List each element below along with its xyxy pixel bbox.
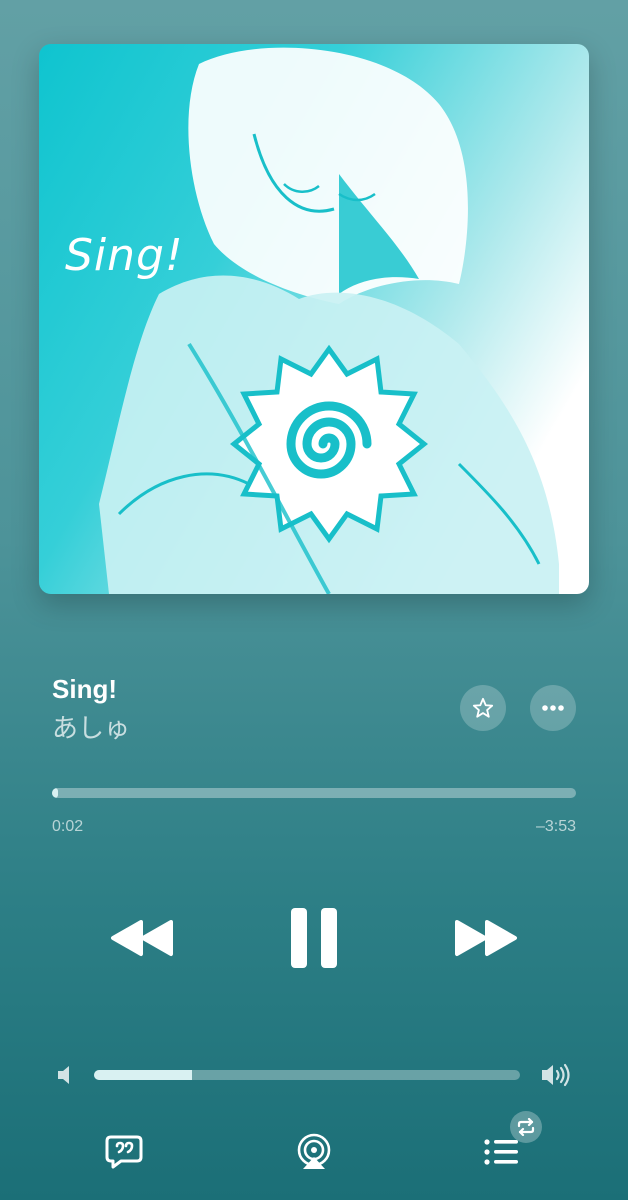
remaining-time: –3:53 [535, 818, 576, 835]
album-art-title: Sing! [65, 230, 184, 281]
rewind-icon [111, 920, 173, 956]
favorite-button[interactable] [460, 685, 506, 731]
volume-slider[interactable] [94, 1070, 520, 1080]
speaker-low-icon [58, 1066, 69, 1084]
ellipsis-icon [542, 705, 564, 711]
elapsed-time: 0:02 [52, 818, 84, 835]
speaker-high-icon [542, 1063, 570, 1087]
album-artwork: Sing! [39, 44, 589, 594]
rewind-button[interactable] [106, 912, 178, 964]
pause-icon [291, 908, 337, 968]
repeat-indicator[interactable] [510, 1111, 542, 1143]
star-icon [472, 697, 494, 718]
queue-list-icon [484, 1139, 518, 1165]
repeat-icon [517, 1118, 535, 1136]
album-illustration [99, 47, 559, 594]
lyrics-button[interactable] [104, 1132, 144, 1172]
volume-level-fill [94, 1070, 192, 1080]
airplay-icon [297, 1133, 331, 1169]
fast-forward-button[interactable] [450, 912, 522, 964]
playback-progress-fill [52, 788, 59, 798]
lyrics-icon [105, 1135, 143, 1169]
fast-forward-icon [455, 920, 517, 956]
track-artist[interactable]: あしゅ [52, 708, 130, 745]
more-options-button[interactable] [530, 685, 576, 731]
pause-button[interactable] [284, 900, 344, 976]
airplay-button[interactable] [294, 1132, 334, 1172]
playback-scrubber[interactable] [52, 788, 576, 798]
track-title: Sing! [52, 674, 117, 704]
